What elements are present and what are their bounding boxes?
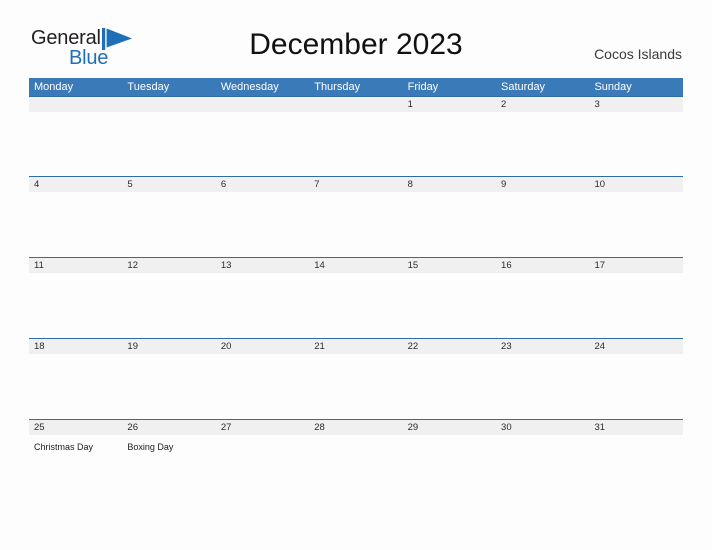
day-cell[interactable]	[589, 273, 682, 337]
date-number[interactable]: 28	[309, 420, 402, 435]
day-cell[interactable]	[216, 354, 309, 418]
date-number[interactable]: 18	[29, 339, 122, 354]
day-cell[interactable]	[589, 435, 682, 499]
date-number[interactable]: 11	[29, 258, 122, 273]
weekday-header-row: Monday Tuesday Wednesday Thursday Friday…	[29, 78, 683, 96]
week-event-strip: Christmas Day Boxing Day	[29, 435, 683, 499]
event-label: Boxing Day	[127, 442, 174, 452]
date-number[interactable]: 6	[216, 177, 309, 192]
weekday-header-thursday: Thursday	[314, 81, 361, 93]
week-date-strip: 25 26 27 28 29 30 31	[29, 419, 683, 435]
day-cell[interactable]	[403, 192, 496, 256]
date-number[interactable]: 8	[403, 177, 496, 192]
week-event-strip	[29, 192, 683, 256]
date-number[interactable]: 16	[496, 258, 589, 273]
weekday-header-friday: Friday	[407, 81, 439, 93]
week-row: 4 5 6 7 8 9 10	[29, 176, 683, 257]
weekday-header-tuesday: Tuesday	[127, 81, 170, 93]
date-number[interactable]: 30	[496, 420, 589, 435]
date-number[interactable]: 2	[496, 97, 589, 112]
day-cell[interactable]	[403, 112, 496, 176]
day-cell[interactable]	[403, 435, 496, 499]
date-number[interactable]	[29, 97, 122, 112]
day-cell[interactable]	[29, 112, 122, 176]
date-number[interactable]: 23	[496, 339, 589, 354]
date-number[interactable]: 14	[309, 258, 402, 273]
date-number[interactable]: 17	[589, 258, 682, 273]
day-cell[interactable]	[496, 112, 589, 176]
day-cell[interactable]: Boxing Day	[122, 435, 215, 499]
day-cell[interactable]	[29, 273, 122, 337]
week-event-strip	[29, 112, 683, 176]
date-number[interactable]	[122, 97, 215, 112]
date-number[interactable]: 5	[122, 177, 215, 192]
date-number[interactable]: 21	[309, 339, 402, 354]
week-row: 1 2 3	[29, 96, 683, 176]
date-number[interactable]: 10	[589, 177, 682, 192]
date-number[interactable]: 20	[216, 339, 309, 354]
date-number[interactable]: 27	[216, 420, 309, 435]
location-label: Cocos Islands	[594, 46, 682, 62]
day-cell[interactable]	[496, 354, 589, 418]
day-cell[interactable]	[216, 273, 309, 337]
week-event-strip	[29, 273, 683, 337]
day-cell[interactable]	[216, 112, 309, 176]
week-date-strip: 18 19 20 21 22 23 24	[29, 338, 683, 354]
page-header: General Blue December 2023 Cocos Islands	[0, 0, 712, 78]
week-date-strip: 11 12 13 14 15 16 17	[29, 257, 683, 273]
date-number[interactable]: 26	[122, 420, 215, 435]
date-number[interactable]: 7	[309, 177, 402, 192]
day-cell[interactable]	[216, 192, 309, 256]
date-number[interactable]	[216, 97, 309, 112]
day-cell[interactable]	[309, 354, 402, 418]
day-cell[interactable]	[403, 354, 496, 418]
week-date-strip: 1 2 3	[29, 96, 683, 112]
day-cell[interactable]	[589, 354, 682, 418]
day-cell[interactable]	[29, 354, 122, 418]
week-row: 11 12 13 14 15 16 17	[29, 257, 683, 338]
day-cell[interactable]	[122, 354, 215, 418]
day-cell[interactable]	[496, 273, 589, 337]
week-event-strip	[29, 354, 683, 418]
monthly-calendar-grid: Monday Tuesday Wednesday Thursday Friday…	[29, 78, 683, 500]
day-cell[interactable]	[309, 192, 402, 256]
date-number[interactable]: 22	[403, 339, 496, 354]
day-cell[interactable]	[589, 192, 682, 256]
weekday-header-monday: Monday	[34, 81, 74, 93]
weekday-header-saturday: Saturday	[501, 81, 546, 93]
date-number[interactable]: 15	[403, 258, 496, 273]
date-number[interactable]: 9	[496, 177, 589, 192]
day-cell[interactable]	[309, 435, 402, 499]
day-cell[interactable]	[122, 273, 215, 337]
date-number[interactable]: 29	[403, 420, 496, 435]
day-cell[interactable]	[29, 192, 122, 256]
date-number[interactable]: 25	[29, 420, 122, 435]
day-cell[interactable]	[496, 435, 589, 499]
weekday-header-sunday: Sunday	[594, 81, 632, 93]
day-cell[interactable]	[309, 112, 402, 176]
date-number[interactable]: 24	[589, 339, 682, 354]
event-label: Christmas Day	[34, 442, 94, 452]
day-cell[interactable]	[122, 112, 215, 176]
day-cell[interactable]	[403, 273, 496, 337]
day-cell[interactable]	[309, 273, 402, 337]
date-number[interactable]: 12	[122, 258, 215, 273]
date-number[interactable]: 3	[589, 97, 682, 112]
date-number[interactable]: 4	[29, 177, 122, 192]
day-cell[interactable]: Christmas Day	[29, 435, 122, 499]
week-date-strip: 4 5 6 7 8 9 10	[29, 176, 683, 192]
week-row: 25 26 27 28 29 30 31 Christmas Day Boxin…	[29, 419, 683, 500]
day-cell[interactable]	[589, 112, 682, 176]
date-number[interactable]	[309, 97, 402, 112]
date-number[interactable]: 1	[403, 97, 496, 112]
day-cell[interactable]	[216, 435, 309, 499]
date-number[interactable]: 19	[122, 339, 215, 354]
day-cell[interactable]	[496, 192, 589, 256]
week-row: 18 19 20 21 22 23 24	[29, 338, 683, 419]
weekday-header-wednesday: Wednesday	[220, 81, 279, 93]
date-number[interactable]: 31	[589, 420, 682, 435]
date-number[interactable]: 13	[216, 258, 309, 273]
day-cell[interactable]	[122, 192, 215, 256]
